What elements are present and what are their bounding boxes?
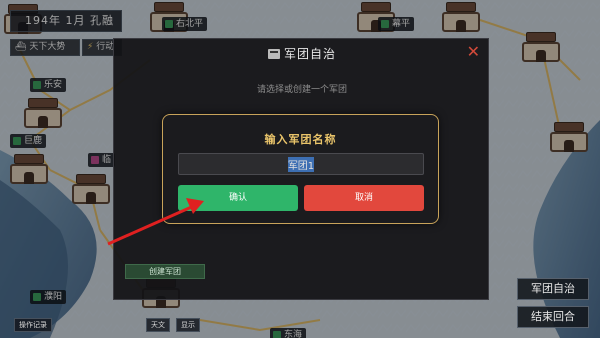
bottom-tab[interactable]: 显示: [176, 318, 200, 332]
create-legion-button[interactable]: 创建军团: [125, 264, 205, 279]
dialog-title: 输入军团名称: [264, 133, 337, 146]
legion-icon: [267, 49, 280, 59]
legion-name-dialog: 输入军团名称 确认 取消: [162, 114, 439, 224]
confirm-button[interactable]: 确认: [178, 185, 298, 211]
panel-subtitle: 请选择或创建一个军团: [256, 85, 347, 95]
close-icon[interactable]: ✕: [467, 42, 480, 61]
panel-title: 军团自治: [114, 45, 490, 62]
cancel-button[interactable]: 取消: [304, 185, 424, 211]
bottom-tab[interactable]: 天文: [146, 318, 170, 332]
legion-name-input[interactable]: [178, 153, 424, 175]
operation-log-button[interactable]: 操作记录: [14, 318, 52, 332]
legion-autonomy-button[interactable]: 军团自治: [517, 278, 589, 300]
end-turn-button[interactable]: 结束回合: [517, 306, 589, 328]
